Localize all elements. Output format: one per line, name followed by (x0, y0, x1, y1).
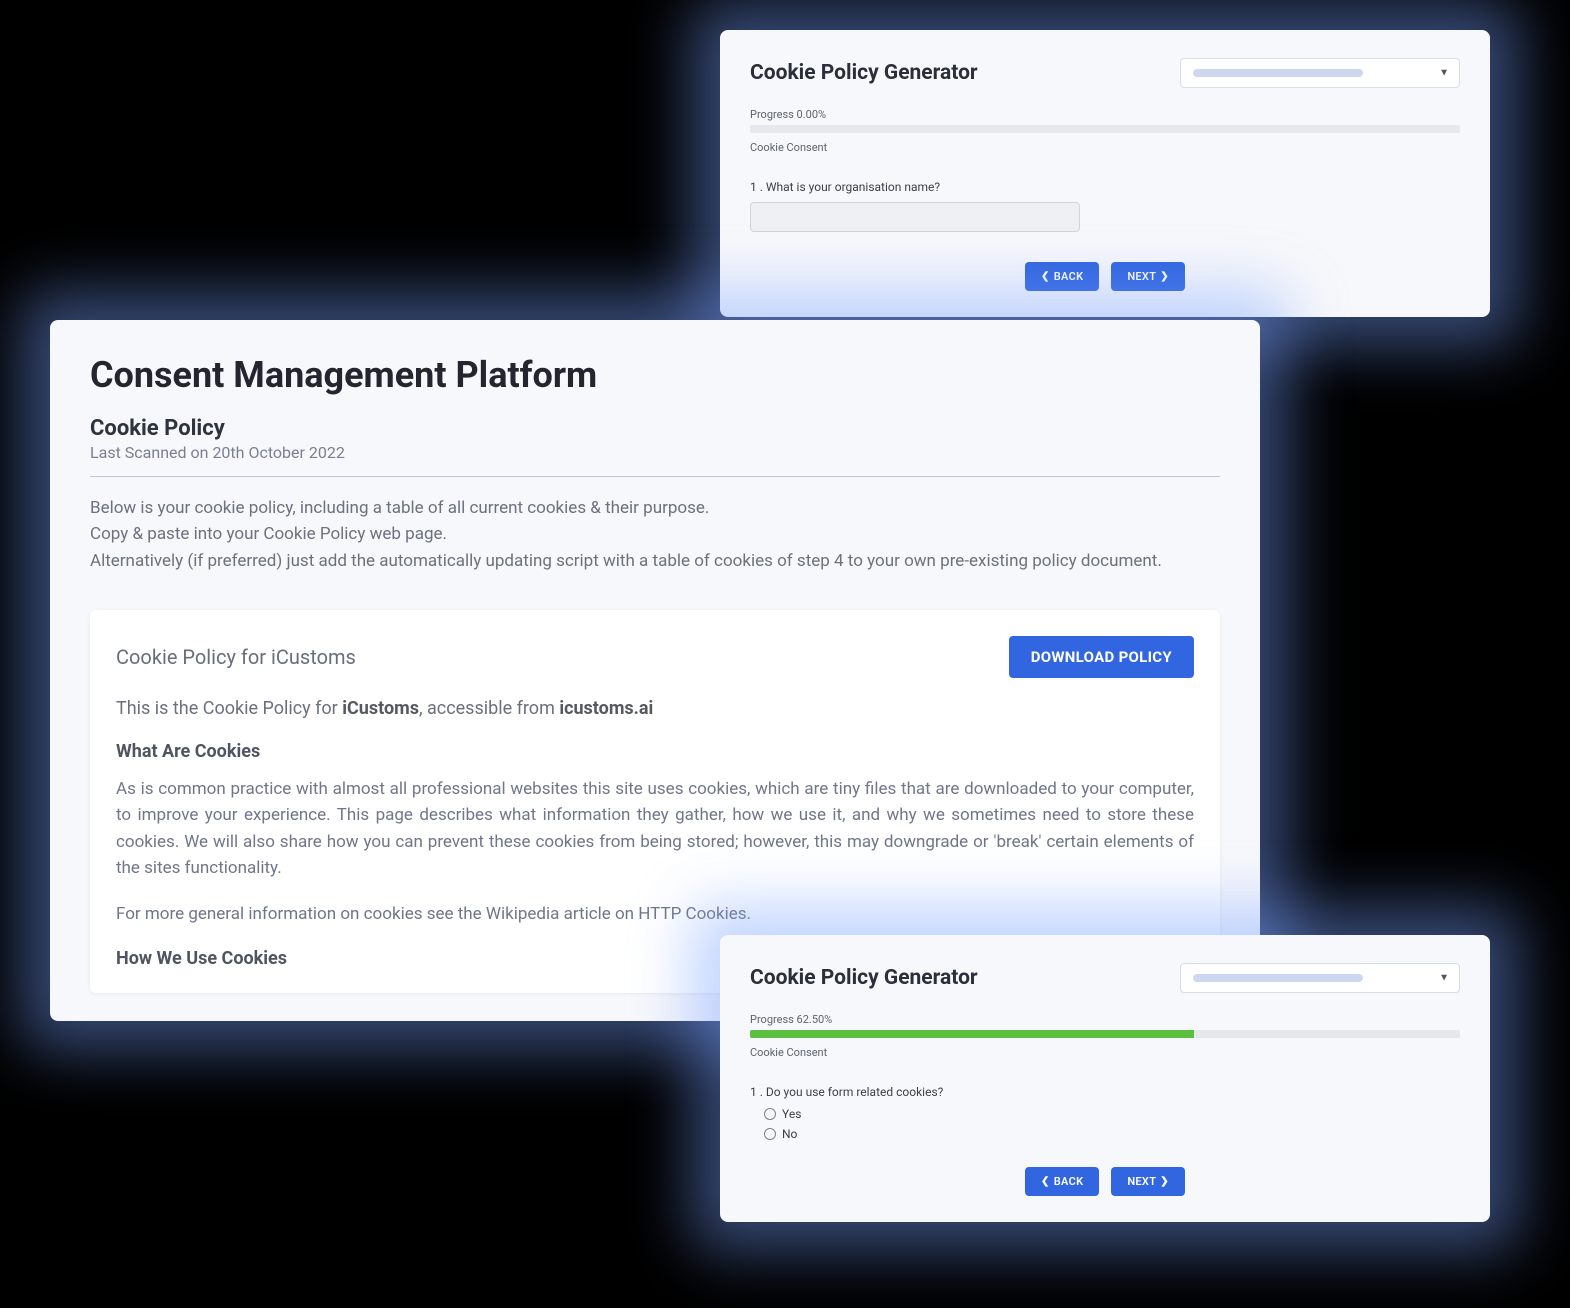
progress-fill (750, 1030, 1194, 1038)
progress-bar (750, 125, 1460, 133)
progress-section-label: Cookie Consent (750, 141, 1460, 154)
policy-for-mid: , accessible from (419, 698, 559, 719)
radio-label-yes: Yes (782, 1107, 801, 1121)
policy-card-title: Cookie Policy for iCustoms (116, 645, 356, 669)
radio-option-yes[interactable]: Yes (764, 1107, 1460, 1121)
section-paragraph-2: For more general information on cookies … (116, 901, 1194, 927)
intro-line-1: Below is your cookie policy, including a… (90, 495, 1220, 521)
policy-for-domain: icustoms.ai (559, 698, 653, 719)
dropdown-placeholder (1193, 974, 1363, 982)
chevron-down-icon: ▼ (1439, 68, 1449, 79)
generator-title: Cookie Policy Generator (750, 61, 978, 85)
radio-icon (764, 1128, 776, 1140)
policy-for-prefix: This is the Cookie Policy for (116, 698, 342, 719)
next-button-label: NEXT (1127, 1175, 1156, 1188)
next-button[interactable]: NEXT ❯ (1111, 1167, 1185, 1196)
page-title: Consent Management Platform (90, 354, 1220, 396)
radio-option-no[interactable]: No (764, 1127, 1460, 1141)
chevron-down-icon: ▼ (1439, 973, 1449, 984)
question-text: 1 . Do you use form related cookies? (750, 1085, 1460, 1099)
generator-panel-step1: Cookie Policy Generator ▼ Progress 0.00%… (720, 30, 1490, 317)
section-heading-what-are-cookies: What Are Cookies (116, 741, 1194, 762)
back-button[interactable]: ❮ BACK (1025, 262, 1099, 291)
policy-for-company: iCustoms (342, 698, 419, 719)
next-button[interactable]: NEXT ❯ (1111, 262, 1185, 291)
policy-for-line: This is the Cookie Policy for iCustoms, … (116, 698, 1194, 719)
back-button-label: BACK (1054, 1175, 1084, 1188)
progress-section-label: Cookie Consent (750, 1046, 1460, 1059)
generator-title: Cookie Policy Generator (750, 966, 978, 990)
last-scanned-text: Last Scanned on 20th October 2022 (90, 443, 1220, 462)
generator-panel-step2: Cookie Policy Generator ▼ Progress 62.50… (720, 935, 1490, 1222)
back-button[interactable]: ❮ BACK (1025, 1167, 1099, 1196)
consent-platform-panel: Consent Management Platform Cookie Polic… (50, 320, 1260, 1021)
chevron-left-icon: ❮ (1041, 271, 1050, 282)
download-policy-button[interactable]: DOWNLOAD POLICY (1009, 636, 1194, 678)
progress-label: Progress 62.50% (750, 1013, 1460, 1026)
divider (90, 476, 1220, 477)
section-paragraph-1: As is common practice with almost all pr… (116, 776, 1194, 881)
dropdown-placeholder (1193, 69, 1363, 77)
radio-icon (764, 1108, 776, 1120)
radio-group: Yes No (764, 1107, 1460, 1141)
chevron-right-icon: ❯ (1160, 271, 1169, 282)
progress-bar (750, 1030, 1460, 1038)
chevron-left-icon: ❮ (1041, 1176, 1050, 1187)
chevron-right-icon: ❯ (1160, 1176, 1169, 1187)
next-button-label: NEXT (1127, 270, 1156, 283)
generator-dropdown[interactable]: ▼ (1180, 963, 1460, 993)
question-text: 1 . What is your organisation name? (750, 180, 1460, 194)
intro-line-3: Alternatively (if preferred) just add th… (90, 548, 1220, 574)
radio-label-no: No (782, 1127, 797, 1141)
intro-line-2: Copy & paste into your Cookie Policy web… (90, 521, 1220, 547)
progress-label: Progress 0.00% (750, 108, 1460, 121)
generator-dropdown[interactable]: ▼ (1180, 58, 1460, 88)
back-button-label: BACK (1054, 270, 1084, 283)
organisation-name-input[interactable] (750, 202, 1080, 232)
page-subtitle: Cookie Policy (90, 416, 1220, 441)
